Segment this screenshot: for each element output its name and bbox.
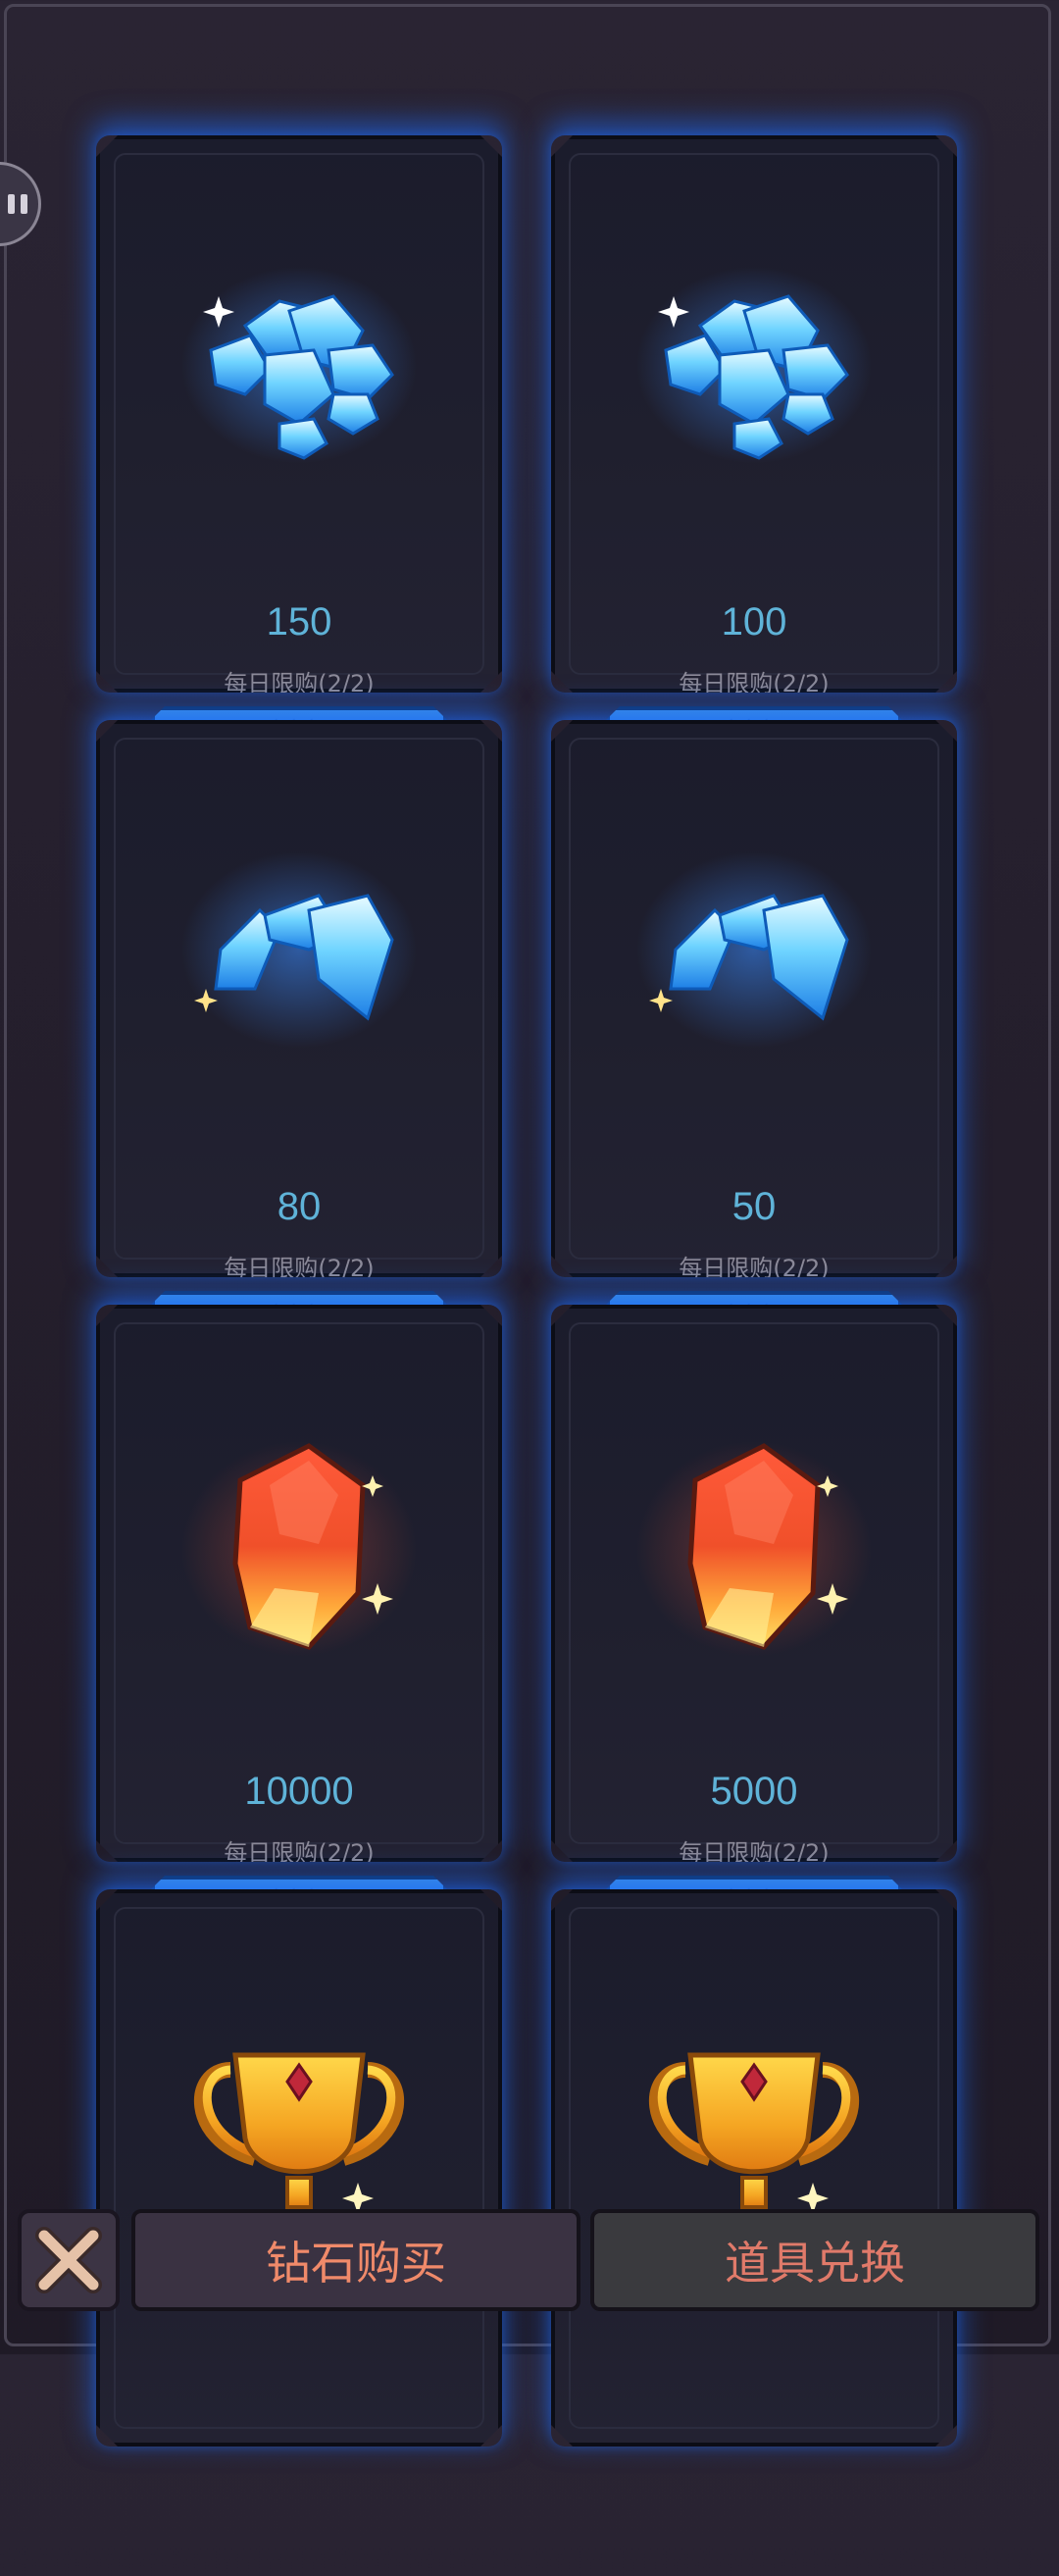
tab-item-exchange[interactable]: 道具兑换 [590, 2209, 1039, 2311]
item-amount: 100 [721, 600, 787, 644]
daily-limit-label: 每日限购(2/2) [224, 670, 375, 697]
daily-limit-label: 每日限购(2/2) [679, 1255, 830, 1282]
side-menu-handle[interactable] [0, 162, 41, 246]
card-panel: 5000 每日限购(2/2) [551, 1305, 957, 1862]
tab-diamond-purchase-label: 钻石购买 [266, 2237, 446, 2290]
card-panel: 50 每日限购(2/2) [551, 720, 957, 1277]
card-panel: 80 每日限购(2/2) [96, 720, 502, 1277]
diamond-pile-icon [555, 257, 953, 502]
shop-item-card: 10000 每日限购(2/2) [96, 1305, 502, 1991]
shop-item-card: 80 每日限购(2/2) [96, 720, 502, 1407]
tab-diamond-purchase[interactable]: 钻石购买 [131, 2209, 580, 2311]
daily-limit-label: 每日限购(2/2) [224, 1839, 375, 1867]
item-amount: 10000 [244, 1770, 354, 1813]
shop-item-card: 50 每日限购(2/2) [551, 720, 957, 1407]
daily-limit-label: 每日限购(2/2) [679, 1839, 830, 1867]
diamond-cluster-icon [100, 842, 498, 1087]
tab-item-exchange-label: 道具兑换 [725, 2237, 905, 2290]
card-panel [96, 1889, 502, 2447]
close-button[interactable] [18, 2209, 120, 2311]
card-panel: 150 每日限购(2/2) [96, 135, 502, 693]
shop-item-card: 100 每日限购(2/2) [551, 135, 957, 822]
daily-limit-label: 每日限购(2/2) [679, 670, 830, 697]
bottom-tab-bar: 钻石购买 道具兑换 [0, 2197, 1059, 2354]
diamond-cluster-icon [555, 842, 953, 1087]
diamond-pile-large-icon [100, 257, 498, 502]
card-panel: 10000 每日限购(2/2) [96, 1305, 502, 1862]
red-gem-icon [555, 1426, 953, 1672]
daily-limit-label: 每日限购(2/2) [224, 1255, 375, 1282]
item-amount: 80 [277, 1185, 322, 1228]
item-amount: 150 [266, 600, 332, 644]
shop-item-card: 5000 每日限购(2/2) [551, 1305, 957, 1991]
shop-item-card: 150 每日限购(2/2) [96, 135, 502, 822]
card-panel: 100 每日限购(2/2) [551, 135, 957, 693]
close-icon [35, 2227, 102, 2293]
item-amount: 5000 [710, 1770, 798, 1813]
red-gem-icon [100, 1426, 498, 1672]
card-panel [551, 1889, 957, 2447]
item-amount: 50 [731, 1185, 777, 1228]
